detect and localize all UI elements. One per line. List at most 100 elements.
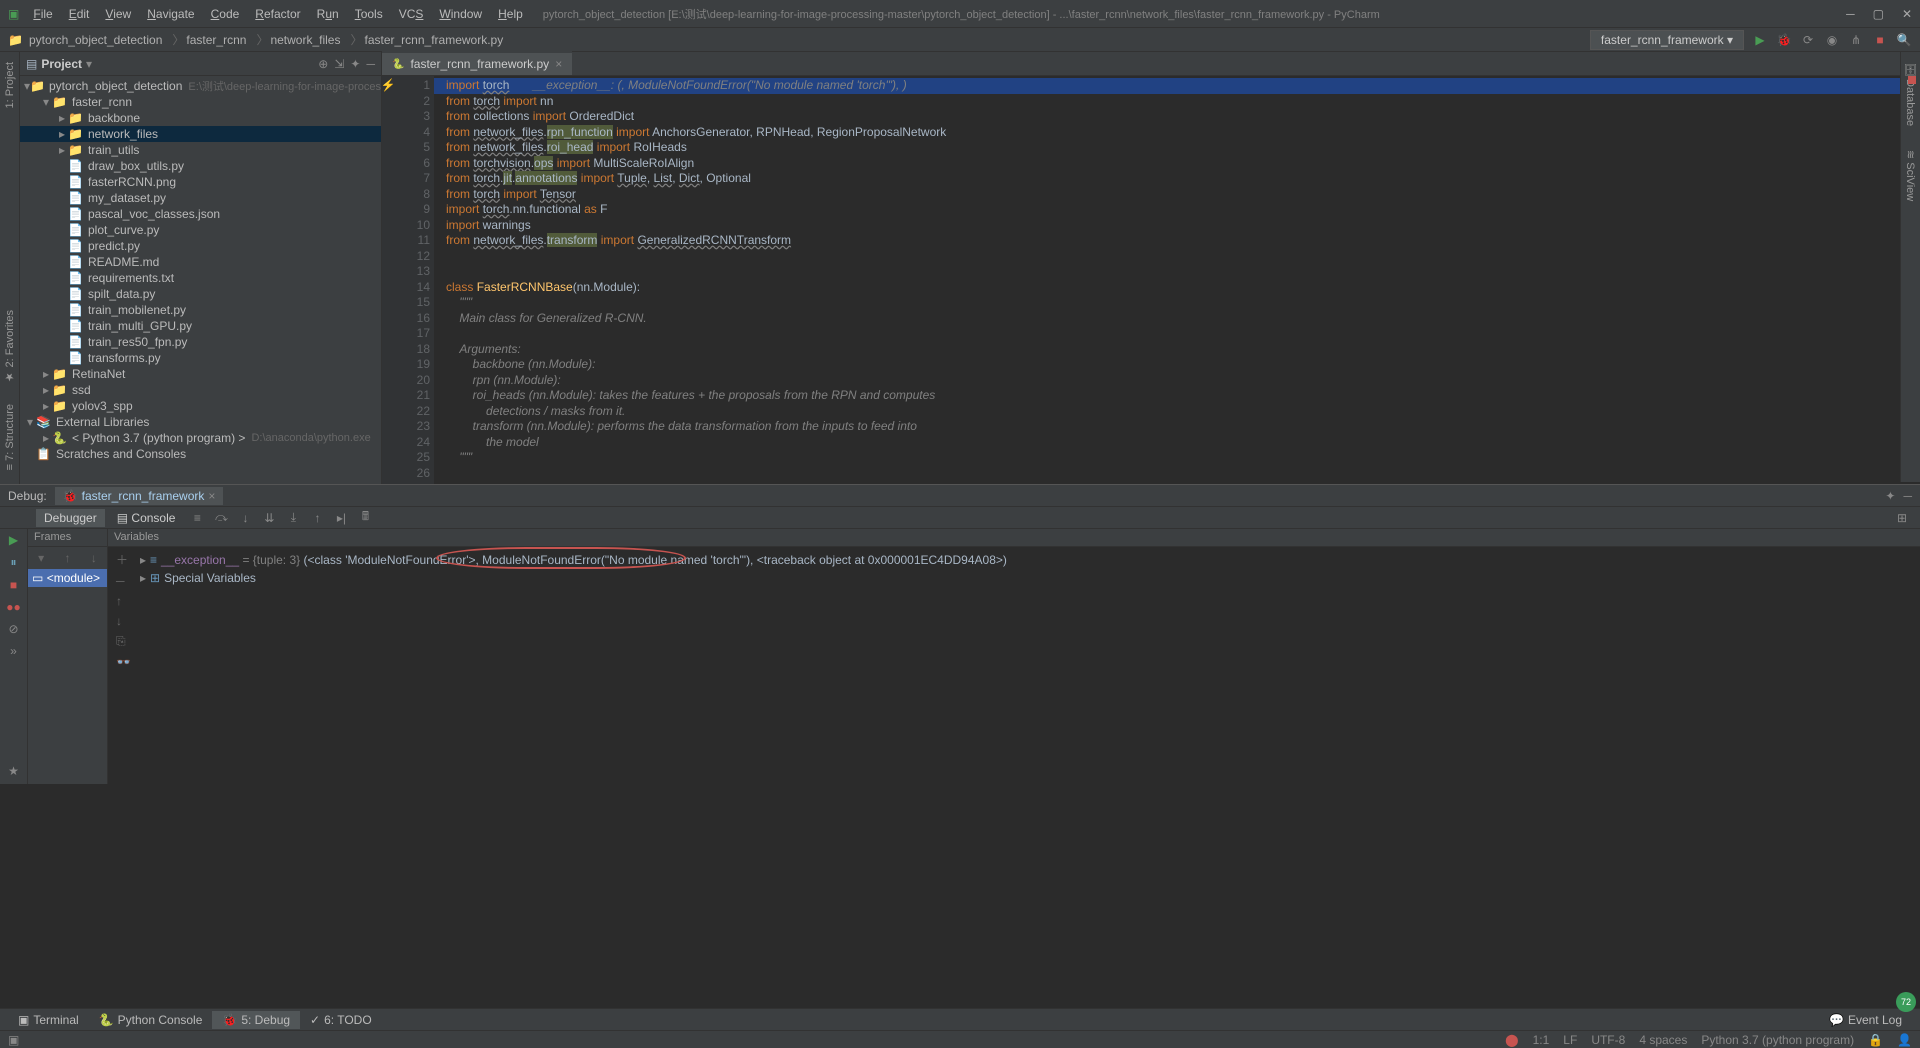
lock-icon[interactable]: 🔒 [1868,1033,1883,1047]
more-icon[interactable]: » [10,644,17,658]
step-out-icon[interactable]: ↑ [307,511,327,525]
tree-item-faster-rcnn[interactable]: ▾📁faster_rcnn [20,94,381,110]
step-into-icon[interactable]: ↓ [235,511,255,525]
tree-item-plot-curve-py[interactable]: 📄plot_curve.py [20,222,381,238]
maximize-icon[interactable]: ▢ [1873,7,1884,21]
resume-icon[interactable]: ▶ [9,533,18,547]
tree-item-train-mobilenet-py[interactable]: 📄train_mobilenet.py [20,302,381,318]
pin-icon[interactable]: ★ [8,764,19,778]
cursor-position[interactable]: 1:1 [1533,1033,1550,1047]
menu-view[interactable]: View [97,4,139,24]
search-icon[interactable]: 🔍 [1896,32,1912,48]
close-tab-icon[interactable]: × [555,57,562,71]
file-encoding[interactable]: UTF-8 [1591,1033,1625,1047]
breadcrumb-2[interactable]: network_files [250,29,344,50]
locate-icon[interactable]: ⊕ [318,57,328,71]
menu-help[interactable]: Help [490,4,531,24]
tree-item-draw-box-utils-py[interactable]: 📄draw_box_utils.py [20,158,381,174]
frame-next-icon[interactable]: ↓ [91,551,97,565]
tree-item-train-res50-fpn-py[interactable]: 📄train_res50_fpn.py [20,334,381,350]
run-icon[interactable]: ▶ [1752,32,1768,48]
expand-icon[interactable]: ⇲ [334,57,344,71]
frame-item[interactable]: ▭ <module> [28,569,107,587]
down-watch-icon[interactable]: ↓ [116,614,136,628]
stop-debug-icon[interactable]: ■ [10,578,17,592]
menu-vcs[interactable]: VCS [391,4,432,24]
tree-item-requirements-txt[interactable]: 📄requirements.txt [20,270,381,286]
mute-breakpoints-icon[interactable]: ⊘ [8,622,18,636]
tree-item-network-files[interactable]: ▸📁network_files [20,126,381,142]
tree-item-transforms-py[interactable]: 📄transforms.py [20,350,381,366]
close-session-icon[interactable]: × [208,489,215,503]
debugger-tab[interactable]: Debugger [36,509,105,527]
inspector-icon[interactable]: 👤 [1897,1033,1912,1047]
debug-icon[interactable]: 🐞 [1776,32,1792,48]
tree-item-scratches-and-consoles[interactable]: 📋Scratches and Consoles [20,446,381,462]
tree-item-spilt-data-py[interactable]: 📄spilt_data.py [20,286,381,302]
tree-item-readme-md[interactable]: 📄README.md [20,254,381,270]
sciview-tool-tab[interactable]: ≋ SciView [1902,144,1919,207]
copy-icon[interactable]: ⎘ [116,634,136,649]
close-icon[interactable]: ✕ [1902,7,1912,21]
layout-icon[interactable]: ⊞ [1892,511,1912,525]
profile-icon[interactable]: ◉ [1824,32,1840,48]
tree-item---python-3-7--python-program---[interactable]: ▸🐍< Python 3.7 (python program) >D:\anac… [20,430,381,446]
frame-dropdown-icon[interactable]: ▾ [38,551,44,565]
tree-item-ssd[interactable]: ▸📁ssd [20,382,381,398]
view-breakpoints-icon[interactable]: ●● [6,600,21,614]
var-exception-row[interactable]: ▸ ≡ __exception__ = {tuple: 3} (<class '… [136,551,1912,569]
tree-item-train-utils[interactable]: ▸📁train_utils [20,142,381,158]
tree-item-pytorch-object-detection[interactable]: ▾📁pytorch_object_detectionE:\测试\deep-lea… [20,78,381,94]
tree-item-external-libraries[interactable]: ▾📚External Libraries [20,414,381,430]
debug-session-tab[interactable]: 🐞 faster_rcnn_framework × [55,487,224,505]
up-watch-icon[interactable]: ↑ [116,594,136,608]
menu-tools[interactable]: Tools [347,4,391,24]
minimize-icon[interactable]: ─ [1846,7,1855,21]
interpreter[interactable]: Python 3.7 (python program) [1701,1033,1854,1047]
menu-refactor[interactable]: Refactor [247,4,308,24]
debug-settings-icon[interactable]: ✦ [1885,489,1895,503]
python-console-tab[interactable]: 🐍Python Console [89,1011,213,1029]
var-special-row[interactable]: ▸ ⊞ Special Variables [136,569,1912,587]
error-stripe-marker[interactable] [1908,76,1916,84]
favorites-tool-tab[interactable]: ★ 2: Favorites [1,304,18,390]
menu-window[interactable]: Window [431,4,490,24]
step-into-my-icon[interactable]: ⇊ [259,511,279,525]
menu-file[interactable]: File [25,4,60,24]
project-tree[interactable]: ▾📁pytorch_object_detectionE:\测试\deep-lea… [20,76,381,484]
tree-item-backbone[interactable]: ▸📁backbone [20,110,381,126]
tree-item-pascal-voc-classes-json[interactable]: 📄pascal_voc_classes.json [20,206,381,222]
console-tab[interactable]: ▤ Console [109,509,184,527]
threads-icon[interactable]: ≡ [187,511,207,525]
debug-hide-icon[interactable]: ─ [1903,489,1912,503]
remove-watch-icon[interactable]: ─ [116,574,136,588]
terminal-tab[interactable]: ▣Terminal [8,1011,89,1029]
attach-icon[interactable]: ⋔ [1848,32,1864,48]
frame-prev-icon[interactable]: ↑ [65,551,71,565]
coverage-icon[interactable]: ⟳ [1800,32,1816,48]
event-log-tab[interactable]: 💬Event Log [1819,1011,1912,1029]
project-tool-tab[interactable]: 1: Project [2,56,18,114]
notification-badge[interactable]: 72 [1896,992,1916,1012]
todo-tab[interactable]: ✓6: TODO [300,1011,382,1029]
error-indicator-icon[interactable]: ⬤ [1505,1033,1518,1047]
tree-item-predict-py[interactable]: 📄predict.py [20,238,381,254]
tree-item-yolov3-spp[interactable]: ▸📁yolov3_spp [20,398,381,414]
pause-icon[interactable]: ⏸ [10,555,16,570]
force-step-icon[interactable]: ⤓ [283,510,303,525]
menu-navigate[interactable]: Navigate [139,4,202,24]
structure-tool-tab[interactable]: ≡ 7: Structure [2,398,18,476]
add-watch-icon[interactable]: ＋ [116,551,136,568]
menu-run[interactable]: Run [309,4,347,24]
tree-item-retinanet[interactable]: ▸📁RetinaNet [20,366,381,382]
breadcrumb-root[interactable]: pytorch_object_detection [25,31,166,49]
step-over-icon[interactable]: ⤼ [211,510,231,525]
stop-icon[interactable]: ■ [1872,32,1888,48]
evaluate-icon[interactable]: 🖩 [355,507,375,528]
settings-icon[interactable]: ✦ [350,57,360,71]
breadcrumb-1[interactable]: faster_rcnn [166,29,250,50]
editor-tab[interactable]: 🐍 faster_rcnn_framework.py × [382,51,572,75]
tree-item-my-dataset-py[interactable]: 📄my_dataset.py [20,190,381,206]
tree-item-fasterrcnn-png[interactable]: 📄fasterRCNN.png [20,174,381,190]
code-editor[interactable]: ⚡ 12345678910111213141516171819202122232… [382,76,1920,484]
